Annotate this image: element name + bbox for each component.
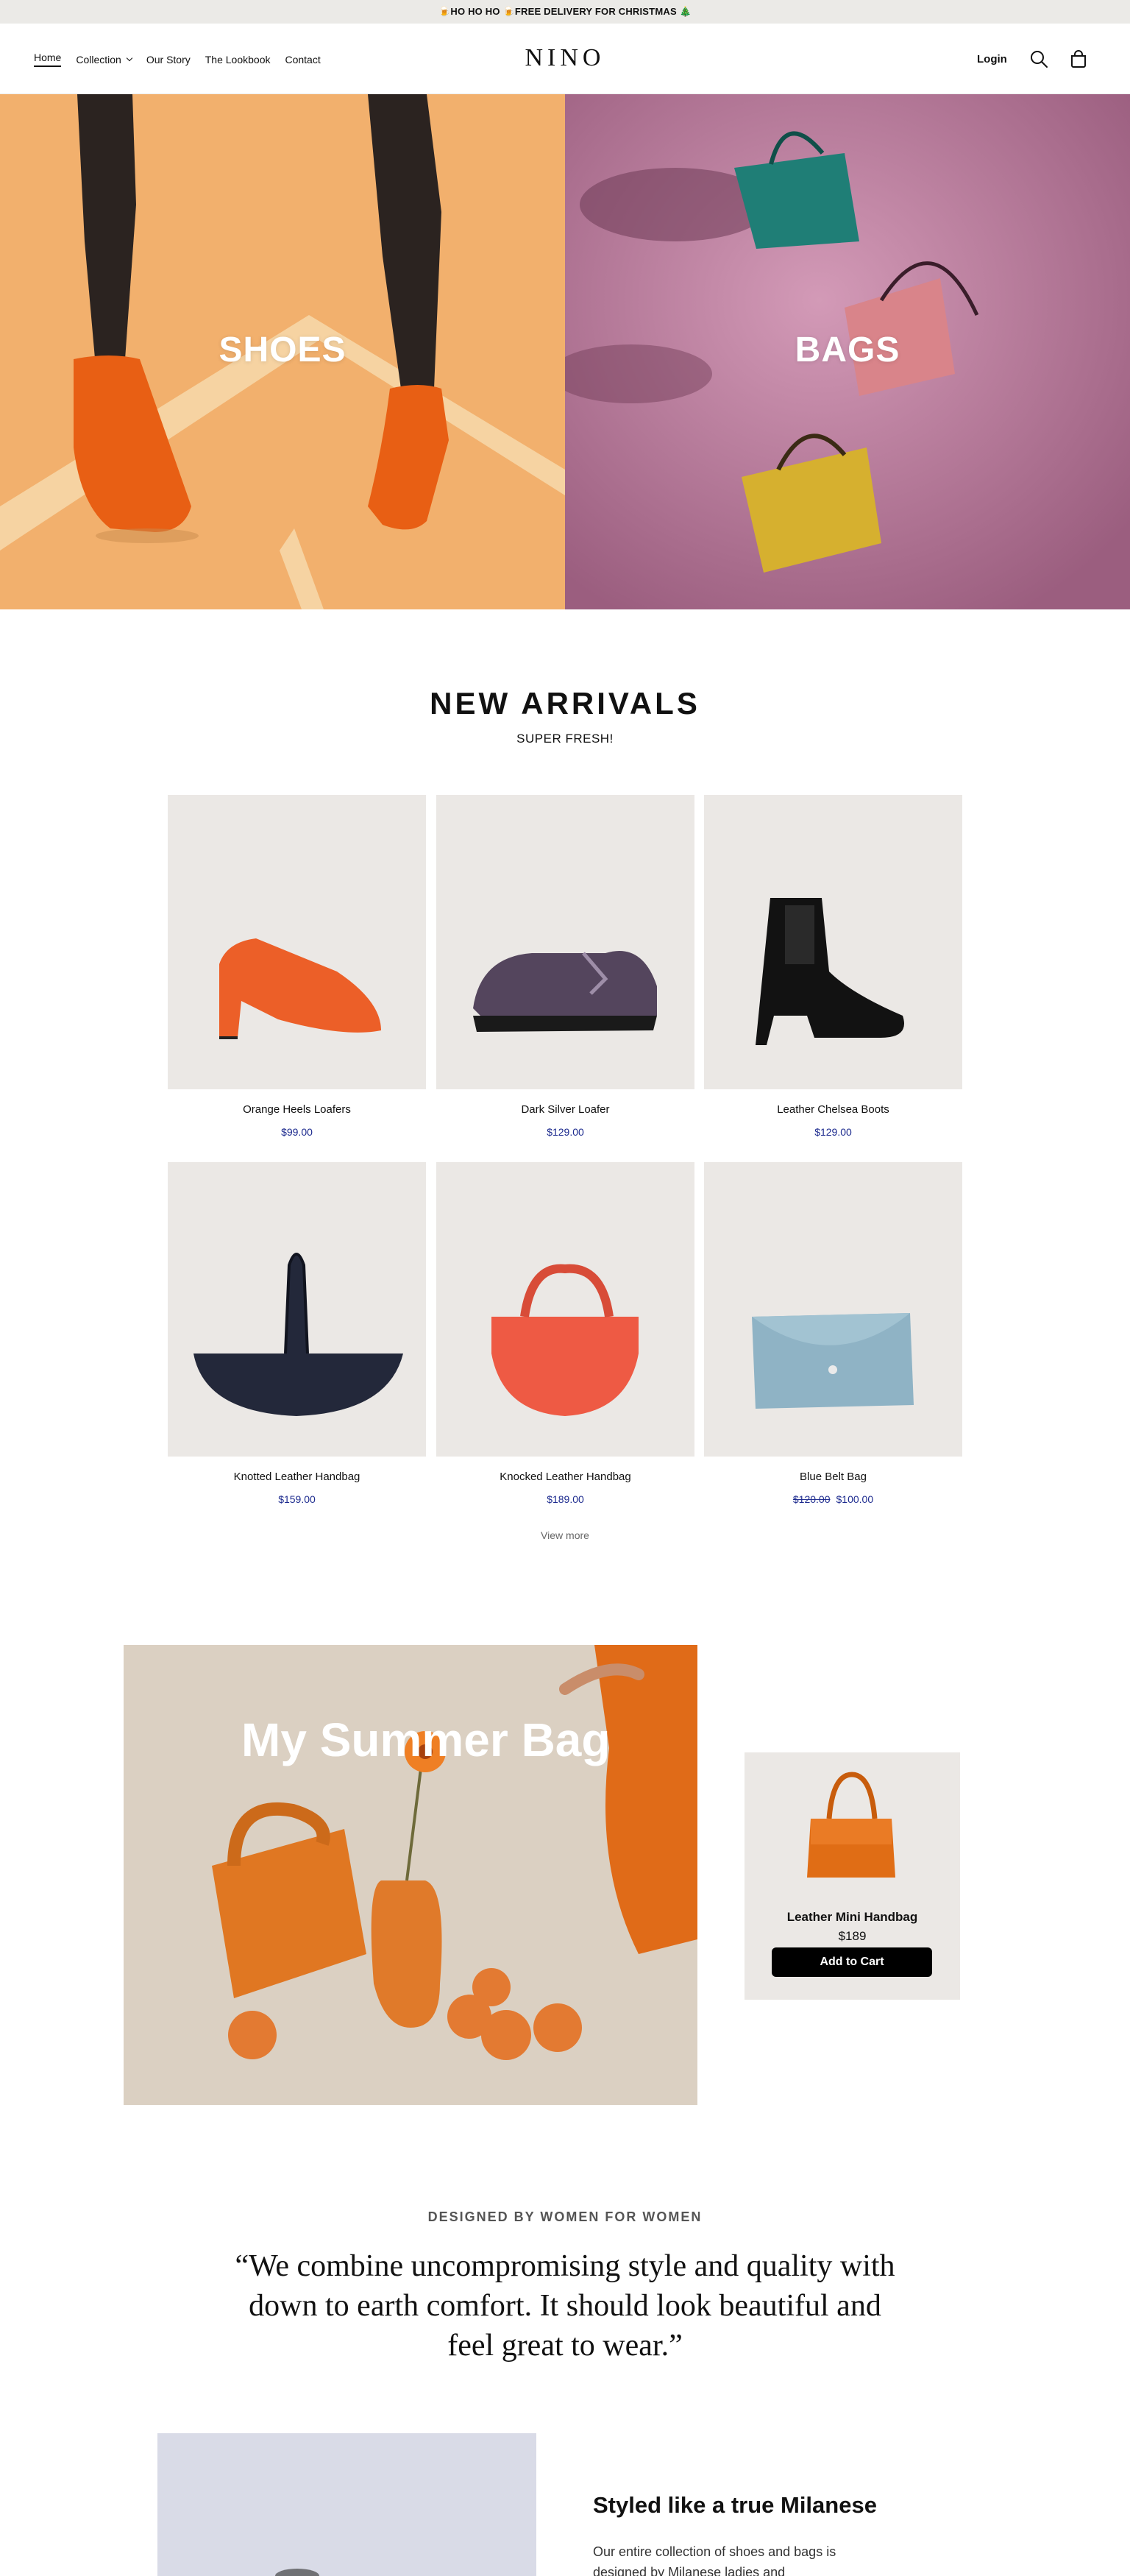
site-header: Home Collection Our Story The Lookbook C… bbox=[0, 24, 1130, 94]
product-card[interactable]: Orange Heels Loafers $99.00 bbox=[168, 795, 426, 1138]
chelsea-boot-image bbox=[756, 898, 904, 1045]
product-card[interactable]: Knotted Leather Handbag $159.00 bbox=[168, 1162, 426, 1505]
product-name[interactable]: Knotted Leather Handbag bbox=[168, 1471, 426, 1483]
product-image[interactable] bbox=[436, 795, 694, 1089]
featured-product-price: $189 bbox=[838, 1929, 867, 1943]
knocked-handbag-image bbox=[491, 1264, 639, 1416]
product-image[interactable] bbox=[168, 795, 426, 1089]
featured-product-card[interactable]: Leather Mini Handbag $189 Add to Cart bbox=[745, 1752, 960, 2000]
product-name[interactable]: Knocked Leather Handbag bbox=[436, 1471, 694, 1483]
story-quote: “We combine uncompromising style and qua… bbox=[235, 2249, 895, 2363]
announcement-text: 🍺HO HO HO 🍺FREE DELIVERY FOR CHRISTMAS 🎄 bbox=[438, 6, 692, 17]
search-icon[interactable] bbox=[1028, 49, 1049, 69]
product-price: $99.00 bbox=[281, 1126, 313, 1138]
featured-product-name[interactable]: Leather Mini Handbag bbox=[745, 1910, 960, 1925]
milanese-text: Our entire collection of shoes and bags … bbox=[593, 2544, 836, 2576]
silver-loafer-image bbox=[473, 951, 657, 1032]
hero-shoes-title: SHOES bbox=[218, 330, 347, 369]
story-eyebrow: DESIGNED BY WOMEN FOR WOMEN bbox=[427, 2209, 703, 2224]
new-arrivals-subtitle: SUPER FRESH! bbox=[516, 732, 614, 746]
product-image[interactable] bbox=[436, 1162, 694, 1457]
summer-bag-title: My Summer Bag bbox=[241, 1713, 611, 1766]
product-name[interactable]: Blue Belt Bag bbox=[704, 1471, 962, 1483]
product-price: $159.00 bbox=[278, 1493, 316, 1505]
product-image[interactable] bbox=[704, 1162, 962, 1457]
product-image[interactable] bbox=[168, 1162, 426, 1457]
milanese-title: Styled like a true Milanese bbox=[593, 2492, 877, 2518]
product-card[interactable]: Dark Silver Loafer $129.00 bbox=[436, 795, 694, 1138]
hero-bags-title: BAGS bbox=[795, 330, 900, 369]
product-price: $129.00 bbox=[547, 1126, 584, 1138]
knotted-handbag-image bbox=[193, 1253, 403, 1416]
product-price: $120.00 $100.00 bbox=[792, 1493, 874, 1505]
milanese-image bbox=[157, 2433, 536, 2576]
summer-bag-banner[interactable]: My Summer Bag bbox=[124, 1645, 697, 2105]
new-arrivals-title: NEW ARRIVALS bbox=[430, 686, 700, 721]
announcement-bar: 🍺HO HO HO 🍺FREE DELIVERY FOR CHRISTMAS 🎄 bbox=[0, 0, 1130, 24]
orange-heel-image bbox=[219, 938, 381, 1039]
product-price: $129.00 bbox=[814, 1126, 852, 1138]
product-card[interactable]: Knocked Leather Handbag $189.00 bbox=[436, 1162, 694, 1505]
add-to-cart-button[interactable]: Add to Cart bbox=[772, 1947, 932, 1977]
blue-belt-bag-image bbox=[752, 1313, 914, 1409]
product-card[interactable]: Blue Belt Bag $120.00 $100.00 bbox=[704, 1162, 962, 1505]
login-link[interactable]: Login bbox=[977, 53, 1007, 66]
brand-logo[interactable]: NINO bbox=[0, 44, 1130, 72]
milanese-photo bbox=[157, 2433, 536, 2576]
product-name[interactable]: Orange Heels Loafers bbox=[168, 1103, 426, 1116]
product-old-price: $120.00 bbox=[792, 1493, 831, 1505]
product-price: $189.00 bbox=[547, 1493, 584, 1505]
view-more-link[interactable]: View more bbox=[0, 1529, 1130, 1541]
product-card[interactable]: Leather Chelsea Boots $129.00 bbox=[704, 795, 962, 1138]
hero-shoes[interactable]: SHOES bbox=[0, 94, 565, 609]
product-image[interactable] bbox=[704, 795, 962, 1089]
hero-bags[interactable]: BAGS bbox=[565, 94, 1130, 609]
product-name[interactable]: Leather Chelsea Boots bbox=[704, 1103, 962, 1116]
cart-icon[interactable] bbox=[1068, 49, 1089, 69]
product-name[interactable]: Dark Silver Loafer bbox=[436, 1103, 694, 1116]
